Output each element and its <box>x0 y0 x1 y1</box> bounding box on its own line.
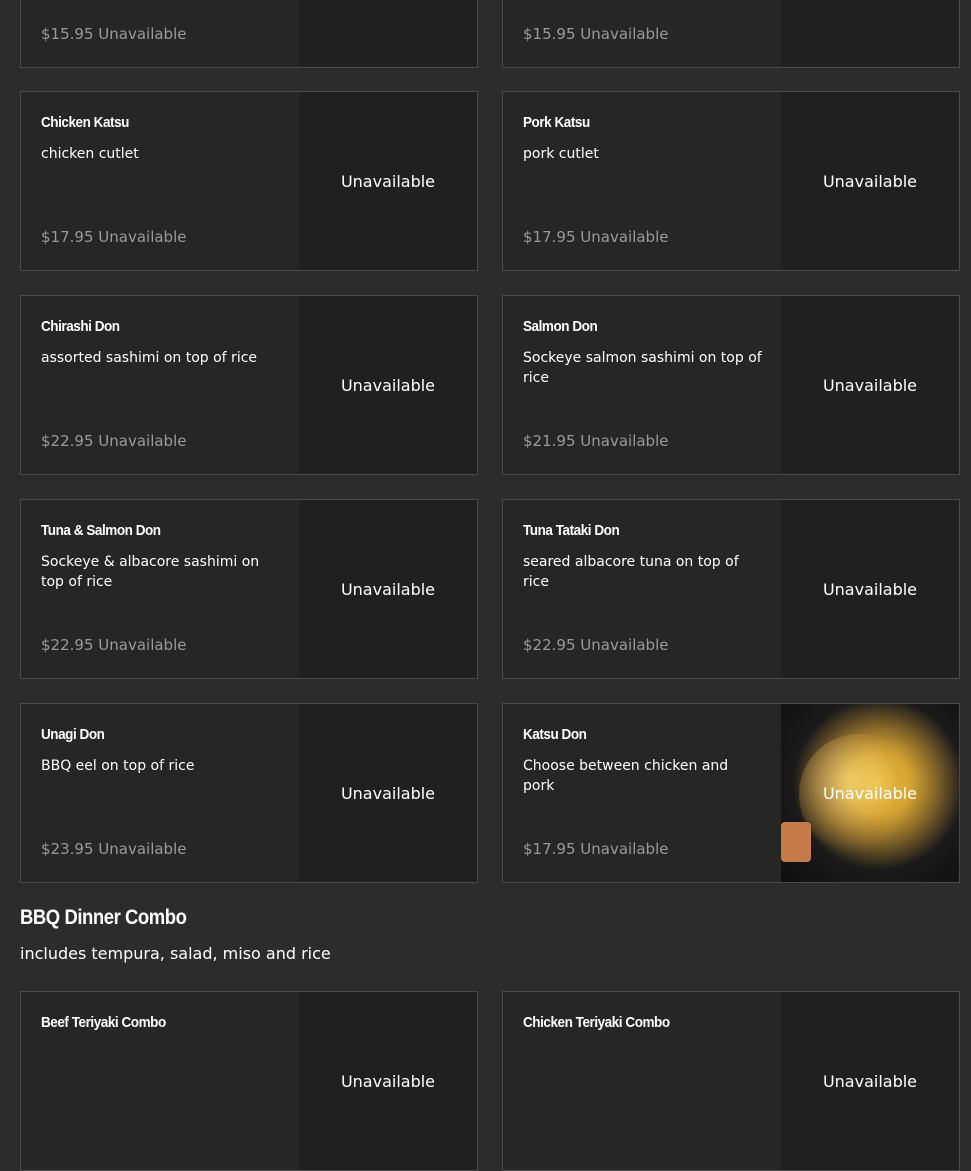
menu-item-card-tuna-tataki-don[interactable]: Tuna Tataki Don seared albacore tuna on … <box>502 499 960 679</box>
menu-item-image-status: Unavailable <box>822 375 918 395</box>
menu-item-info: Unagi Don BBQ eel on top of rice $23.95 … <box>21 704 299 882</box>
menu-item-image-status: Unavailable <box>340 579 436 599</box>
menu-item-status: Unavailable <box>98 228 187 246</box>
menu-item-card-pork-katsu[interactable]: Pork Katsu pork cutlet $17.95 Unavailabl… <box>502 91 960 271</box>
menu-item-card-chirashi-don[interactable]: Chirashi Don assorted sashimi on top of … <box>20 295 478 475</box>
menu-item-image[interactable] <box>299 0 477 67</box>
menu-item-image[interactable]: Unavailable <box>781 500 959 678</box>
menu-item-info: Tuna Tataki Don seared albacore tuna on … <box>503 500 781 678</box>
menu-item-card-tuna-salmon-don[interactable]: Tuna & Salmon Don Sockeye & albacore sas… <box>20 499 478 679</box>
menu-item-info: Pork Katsu pork cutlet $17.95 Unavailabl… <box>503 92 781 270</box>
menu-item-price-line: $17.95 Unavailable <box>523 228 668 246</box>
menu-item-price-line: $22.95 Unavailable <box>523 636 668 654</box>
menu-item-image[interactable] <box>781 0 959 67</box>
menu-item-card[interactable]: $15.95 Unavailable <box>20 0 478 68</box>
menu-item-status: Unavailable <box>580 432 669 450</box>
menu-item-name: Chirashi Don <box>41 318 120 335</box>
menu-item-price-line: $15.95 Unavailable <box>41 25 186 43</box>
menu-item-description: Sockeye salmon sashimi on top of rice <box>523 350 762 386</box>
menu-item-description: Sockeye & albacore sashimi on top of ric… <box>41 554 260 590</box>
menu-item-image-status: Unavailable <box>340 783 436 803</box>
menu-item-status: Unavailable <box>98 840 187 858</box>
menu-item-name: Beef Teriyaki Combo <box>41 1014 166 1031</box>
menu-item-image[interactable]: Unavailable <box>781 92 959 270</box>
menu-item-info: $15.95 Unavailable <box>503 0 781 67</box>
menu-item-description: chicken cutlet <box>41 146 139 162</box>
menu-item-image[interactable]: Unavailable <box>299 704 477 882</box>
menu-item-image[interactable]: Unavailable <box>299 992 477 1170</box>
menu-item-price-line: $22.95 Unavailable <box>41 636 186 654</box>
menu-item-info: Beef Teriyaki Combo <box>21 992 299 1170</box>
menu-item-description: BBQ eel on top of rice <box>41 758 195 774</box>
menu-item-image[interactable]: Unavailable <box>781 704 959 882</box>
menu-item-price: $17.95 <box>523 840 576 858</box>
menu-item-card-salmon-don[interactable]: Salmon Don Sockeye salmon sashimi on top… <box>502 295 960 475</box>
menu-item-description: Choose between chicken and pork <box>523 758 729 794</box>
menu-item-description: assorted sashimi on top of rice <box>41 350 258 366</box>
menu-item-image-status: Unavailable <box>340 375 436 395</box>
menu-item-info: Salmon Don Sockeye salmon sashimi on top… <box>503 296 781 474</box>
menu-item-card-katsu-don[interactable]: Katsu Don Choose between chicken and por… <box>502 703 960 883</box>
menu-item-name: Tuna Tataki Don <box>523 522 620 539</box>
menu-item-name: Chicken Katsu <box>41 114 129 131</box>
menu-item-price: $21.95 <box>523 432 576 450</box>
menu-item-price: $22.95 <box>41 432 94 450</box>
menu-item-card[interactable]: $15.95 Unavailable <box>502 0 960 68</box>
menu-item-image[interactable]: Unavailable <box>781 296 959 474</box>
menu-item-image[interactable]: Unavailable <box>299 92 477 270</box>
menu-item-price: $17.95 <box>523 228 576 246</box>
menu-item-status: Unavailable <box>580 25 669 43</box>
menu-item-image[interactable]: Unavailable <box>781 992 959 1170</box>
menu-item-status: Unavailable <box>580 228 669 246</box>
menu-item-info: Katsu Don Choose between chicken and por… <box>503 704 781 882</box>
menu-item-name: Tuna & Salmon Don <box>41 522 161 539</box>
menu-item-image[interactable]: Unavailable <box>299 500 477 678</box>
menu-item-info: $15.95 Unavailable <box>21 0 299 67</box>
menu-item-card-chicken-katsu[interactable]: Chicken Katsu chicken cutlet $17.95 Unav… <box>20 91 478 271</box>
menu-item-image-status: Unavailable <box>822 579 918 599</box>
menu-item-card-unagi-don[interactable]: Unagi Don BBQ eel on top of rice $23.95 … <box>20 703 478 883</box>
menu-item-status: Unavailable <box>580 636 669 654</box>
menu-item-price-line: $22.95 Unavailable <box>41 432 186 450</box>
menu-item-price-line: $17.95 Unavailable <box>41 228 186 246</box>
menu-item-name: Unagi Don <box>41 726 105 743</box>
menu-item-name: Pork Katsu <box>523 114 590 131</box>
section-title: BBQ Dinner Combo <box>20 906 187 929</box>
section-subtitle: includes tempura, salad, miso and rice <box>20 944 331 963</box>
menu-item-price: $15.95 <box>41 25 94 43</box>
menu-item-price-line: $15.95 Unavailable <box>523 25 668 43</box>
menu-item-status: Unavailable <box>580 840 669 858</box>
menu-item-info: Chicken Katsu chicken cutlet $17.95 Unav… <box>21 92 299 270</box>
menu-item-description: pork cutlet <box>523 146 599 162</box>
menu-item-price-line: $17.95 Unavailable <box>523 840 668 858</box>
menu-item-image-status: Unavailable <box>822 783 918 803</box>
menu-item-card-beef-teriyaki-combo[interactable]: Beef Teriyaki Combo Unavailable <box>20 991 478 1171</box>
menu-item-info: Chicken Teriyaki Combo <box>503 992 781 1170</box>
menu-item-price: $17.95 <box>41 228 94 246</box>
menu-item-name: Chicken Teriyaki Combo <box>523 1014 670 1031</box>
menu-item-price: $15.95 <box>523 25 576 43</box>
menu-item-price-line: $21.95 Unavailable <box>523 432 668 450</box>
menu-item-info: Tuna & Salmon Don Sockeye & albacore sas… <box>21 500 299 678</box>
menu-item-info: Chirashi Don assorted sashimi on top of … <box>21 296 299 474</box>
menu-item-price: $23.95 <box>41 840 94 858</box>
menu-item-name: Katsu Don <box>523 726 587 743</box>
menu-item-image-status: Unavailable <box>822 1071 918 1091</box>
menu-item-status: Unavailable <box>98 432 187 450</box>
menu-item-status: Unavailable <box>98 25 187 43</box>
menu-item-image-status: Unavailable <box>340 171 436 191</box>
menu-item-price-line: $23.95 Unavailable <box>41 840 186 858</box>
menu-item-name: Salmon Don <box>523 318 598 335</box>
menu-item-image[interactable]: Unavailable <box>299 296 477 474</box>
menu-item-price: $22.95 <box>523 636 576 654</box>
menu-item-price: $22.95 <box>41 636 94 654</box>
menu-item-image-status: Unavailable <box>340 1071 436 1091</box>
menu-item-card-chicken-teriyaki-combo[interactable]: Chicken Teriyaki Combo Unavailable <box>502 991 960 1171</box>
menu-item-status: Unavailable <box>98 636 187 654</box>
menu-item-description: seared albacore tuna on top of rice <box>523 554 739 590</box>
menu-item-image-status: Unavailable <box>822 171 918 191</box>
